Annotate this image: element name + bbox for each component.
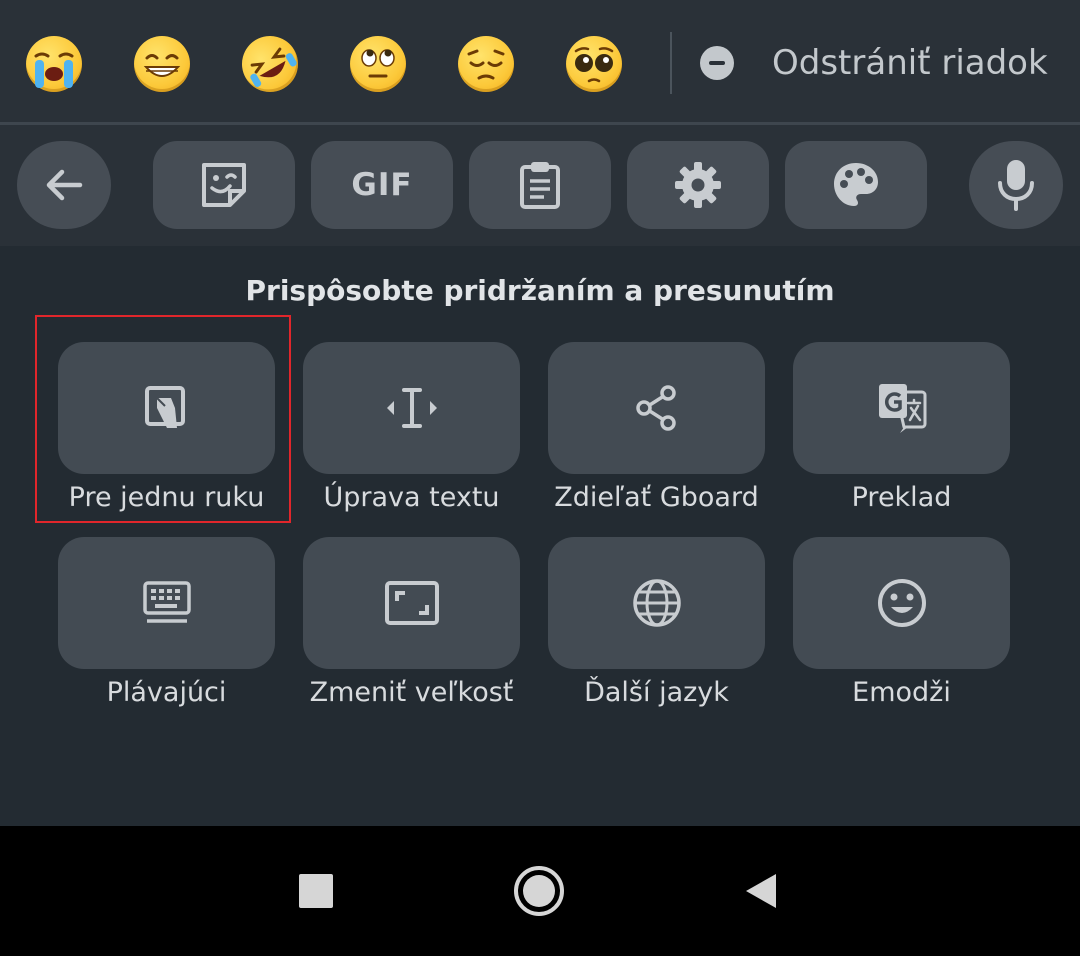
tile-next-language-box [548, 537, 765, 669]
tile-share-gboard[interactable]: Zdieľať Gboard [548, 342, 765, 524]
tile-label: Pre jednu ruku [68, 482, 265, 513]
panel-title: Prispôsobte pridržaním a presunutím [245, 274, 835, 307]
remove-row-button[interactable]: Odstrániť riadok [700, 40, 1048, 86]
tile-resize-box [303, 537, 520, 669]
tile-translate-box [793, 342, 1010, 474]
tile-text-editing[interactable]: Úprava textu [303, 342, 520, 524]
tile-next-language[interactable]: Ďalší jazyk [548, 537, 765, 719]
tile-emoji-box [793, 537, 1010, 669]
tile-text-editing-box [303, 342, 520, 474]
emoji-suggestion-row: Odstrániť riadok [0, 0, 1080, 122]
tile-label: Plávajúci [106, 677, 227, 708]
one-handed-icon [144, 386, 185, 428]
microphone-icon [998, 160, 1034, 211]
customize-panel: Prispôsobte pridržaním a presunutím Pre … [0, 246, 1080, 826]
keyboard-toolbar: GIF [0, 125, 1080, 246]
clipboard-button[interactable] [469, 141, 611, 229]
smiley-icon [877, 579, 926, 627]
keyboard-screen: Odstrániť riadok GIF Prispôsobte pridrža… [0, 0, 1080, 956]
tile-label: Emodži [852, 677, 951, 708]
recents-square-icon[interactable] [299, 874, 333, 908]
pleading-face-emoji[interactable] [566, 36, 622, 92]
share-icon [635, 385, 676, 431]
gif-button[interactable]: GIF [311, 141, 453, 229]
gif-icon: GIF [351, 167, 413, 203]
tile-resize[interactable]: Zmeniť veľkosť [303, 537, 520, 719]
theme-button[interactable] [785, 141, 927, 229]
sticker-icon [202, 163, 246, 207]
settings-button[interactable] [627, 141, 769, 229]
tile-label: Preklad [851, 482, 952, 513]
tile-floating[interactable]: Plávajúci [58, 537, 275, 719]
tile-one-handed[interactable]: Pre jednu ruku [58, 342, 275, 524]
palette-icon [834, 163, 878, 206]
translate-icon [878, 384, 926, 433]
rolling-on-floor-laughing-emoji[interactable] [231, 25, 309, 103]
back-button[interactable] [17, 141, 111, 229]
grinning-face-emoji[interactable] [134, 36, 190, 92]
floating-keyboard-icon [142, 581, 191, 623]
pensive-face-emoji[interactable] [458, 36, 514, 92]
tile-label: Ďalší jazyk [584, 677, 729, 708]
remove-row-label: Odstrániť riadok [772, 43, 1048, 83]
text-cursor-icon [386, 388, 437, 428]
home-button[interactable] [514, 866, 564, 916]
emoji-row-divider [670, 32, 672, 94]
tile-emoji[interactable]: Emodži [793, 537, 1010, 719]
tile-floating-box [58, 537, 275, 669]
sticker-button[interactable] [153, 141, 295, 229]
clipboard-icon [520, 162, 560, 209]
gear-icon [675, 162, 721, 208]
loudly-crying-face-emoji[interactable] [26, 36, 82, 92]
resize-icon [384, 581, 439, 625]
back-arrow-icon [46, 169, 83, 201]
tile-share-gboard-box [548, 342, 765, 474]
face-with-rolling-eyes-emoji[interactable] [350, 36, 406, 92]
globe-icon [632, 579, 681, 627]
navigation-bar [0, 826, 1080, 956]
home-circle-icon [523, 875, 555, 907]
tile-label: Zmeniť veľkosť [309, 677, 514, 708]
tile-one-handed-box [58, 342, 275, 474]
tile-label: Úprava textu [323, 482, 500, 513]
tile-label: Zdieľať Gboard [554, 482, 759, 513]
voice-input-button[interactable] [969, 141, 1063, 229]
back-triangle-icon[interactable] [742, 872, 780, 910]
minus-circle-icon [700, 46, 734, 80]
tile-translate[interactable]: Preklad [793, 342, 1010, 524]
